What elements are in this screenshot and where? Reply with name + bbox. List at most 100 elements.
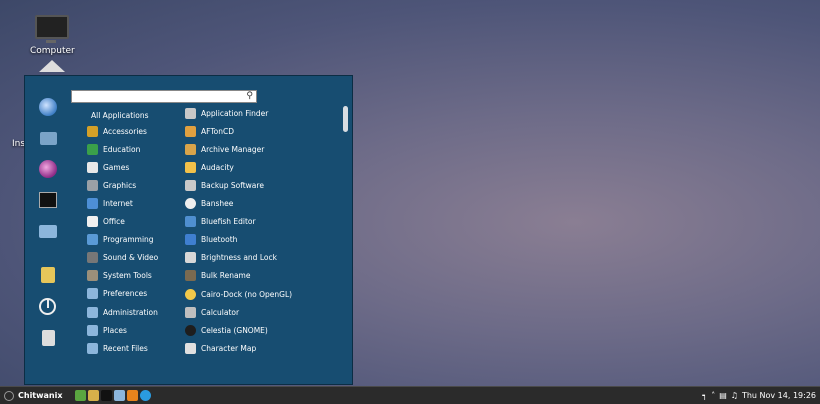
app-label: Archive Manager <box>201 144 265 154</box>
app-label: AFTonCD <box>201 126 234 136</box>
system-monitor-icon[interactable] <box>74 390 86 401</box>
app-item-cairo-dock-no-opengl-[interactable]: Cairo-Dock (no OpenGL) <box>185 287 292 301</box>
category-label: Preferences <box>103 289 148 299</box>
app-label: Backup Software <box>201 180 264 190</box>
mail-button[interactable] <box>39 129 57 147</box>
banshee-icon <box>185 198 196 209</box>
category-label: Programming <box>103 235 154 245</box>
category-games[interactable]: Games <box>87 160 129 174</box>
app-label: Audacity <box>201 162 234 172</box>
category-preferences[interactable]: Preferences <box>87 287 147 301</box>
panel-launchers <box>73 390 151 401</box>
recent-files-folder-icon <box>87 342 98 354</box>
firefox-icon[interactable] <box>39 98 57 116</box>
category-internet[interactable]: Internet <box>87 196 133 210</box>
category-accessories[interactable]: Accessories <box>87 124 147 138</box>
app-item-bulk-rename[interactable]: Bulk Rename <box>185 269 250 283</box>
category-administration[interactable]: Administration <box>87 305 158 319</box>
app-label: Character Map <box>201 343 257 353</box>
app-item-aftoncd[interactable]: AFTonCD <box>185 124 234 138</box>
vlc-icon[interactable] <box>126 390 138 401</box>
tray-expand-icon[interactable]: ˄ <box>711 391 715 400</box>
brightness-lock-icon <box>185 252 196 264</box>
home-icon <box>39 60 65 72</box>
main-menu-button[interactable]: Chitwanix <box>0 387 67 404</box>
category-graphics[interactable]: Graphics <box>87 178 136 192</box>
text-editor-icon[interactable] <box>87 390 99 401</box>
app-list-scrollbar[interactable] <box>343 106 348 132</box>
app-item-application-finder[interactable]: Application Finder <box>185 106 268 120</box>
sound-video-icon <box>87 252 98 264</box>
internet-icon <box>87 197 98 209</box>
app-item-banshee[interactable]: Banshee <box>185 197 233 211</box>
category-recent-files[interactable]: Recent Files <box>87 341 148 355</box>
terminal-icon <box>39 192 57 208</box>
bulk-rename-icon <box>185 270 196 282</box>
terminal-button[interactable] <box>39 191 57 209</box>
menu-logo-icon <box>4 390 14 401</box>
category-sound-video[interactable]: Sound & Video <box>87 251 158 265</box>
power-icon[interactable] <box>39 298 56 315</box>
app-item-calculator[interactable]: Calculator <box>185 305 239 319</box>
app-item-bluefish-editor[interactable]: Bluefish Editor <box>185 215 256 229</box>
app-item-backup-software[interactable]: Backup Software <box>185 178 264 192</box>
bluetooth-icon <box>185 234 196 246</box>
places-folder-icon <box>87 324 98 336</box>
bottom-panel: Chitwanix ┑ ˄ ▤ ♫ Thu Nov 14, 19:26 <box>0 386 820 404</box>
app-label: Bulk Rename <box>201 271 251 281</box>
search-icon: ⚲ <box>246 91 253 101</box>
games-icon <box>87 161 98 173</box>
category-office[interactable]: Office <box>87 215 125 229</box>
app-item-character-map[interactable]: Character Map <box>185 341 256 355</box>
clock[interactable]: Thu Nov 14, 19:26 <box>742 391 816 400</box>
application-menu: ⚲ All Applications Accessories Education G… <box>24 75 353 385</box>
desktop-computer-label: Computer <box>30 46 75 56</box>
file-manager-icon[interactable] <box>113 390 125 401</box>
computer-icon <box>35 15 69 43</box>
mail-icon <box>39 131 57 145</box>
home-folder-button[interactable] <box>39 222 57 240</box>
network-icon[interactable]: ▤ <box>719 391 727 400</box>
app-item-audacity[interactable]: Audacity <box>185 160 234 174</box>
calculator-icon <box>185 306 196 318</box>
preferences-folder-icon <box>87 288 98 300</box>
category-label: Administration <box>103 307 158 317</box>
favorites-sidebar <box>25 76 71 384</box>
category-places[interactable]: Places <box>87 323 127 337</box>
category-label: Internet <box>103 198 133 208</box>
terminal-icon[interactable] <box>100 390 112 401</box>
graphics-icon <box>87 179 98 191</box>
menu-button-label: Chitwanix <box>18 391 63 400</box>
pidgin-icon[interactable] <box>39 160 57 178</box>
volume-icon[interactable]: ♫ <box>731 391 738 400</box>
category-all-applications[interactable]: All Applications <box>91 111 149 120</box>
category-label: System Tools <box>103 271 152 281</box>
app-label: Application Finder <box>201 108 269 118</box>
search-field-text <box>72 100 74 108</box>
app-label: Calculator <box>201 307 240 317</box>
app-item-brightness-and-lock[interactable]: Brightness and Lock <box>185 251 277 265</box>
category-programming[interactable]: Programming <box>87 233 154 247</box>
app-label: Celestia (GNOME) <box>201 325 268 335</box>
desktop-computer-icon[interactable]: Computer <box>30 15 75 56</box>
education-icon <box>87 143 98 155</box>
skype-icon[interactable] <box>139 390 151 401</box>
app-item-bluetooth[interactable]: Bluetooth <box>185 233 237 247</box>
app-item-celestia-gnome-[interactable]: Celestia (GNOME) <box>185 323 268 337</box>
folder-icon <box>39 224 57 238</box>
celestia-icon <box>185 324 196 336</box>
category-label: Education <box>103 144 141 154</box>
bluefish-icon <box>185 216 196 228</box>
app-label: Cairo-Dock (no OpenGL) <box>201 289 293 299</box>
desktop-home-icon[interactable] <box>38 60 66 72</box>
category-label: Recent Files <box>103 343 148 353</box>
app-item-archive-manager[interactable]: Archive Manager <box>185 142 264 156</box>
show-desktop-icon[interactable]: ┑ <box>702 391 707 400</box>
accessories-icon <box>87 125 98 137</box>
search-input[interactable]: ⚲ <box>71 90 257 103</box>
lock-screen-button[interactable] <box>39 266 57 284</box>
app-label: Brightness and Lock <box>201 253 277 263</box>
category-education[interactable]: Education <box>87 142 140 156</box>
logout-button[interactable] <box>39 329 57 347</box>
category-system-tools[interactable]: System Tools <box>87 269 152 283</box>
